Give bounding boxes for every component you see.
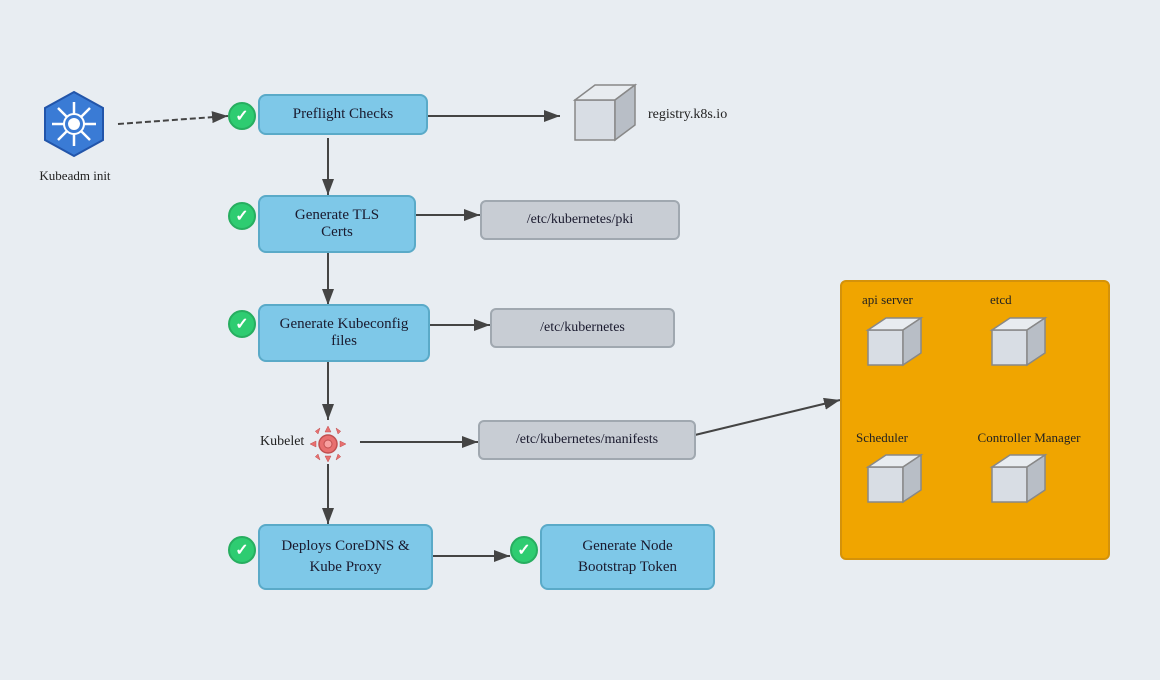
control-plane-panel: api server etcd Scheduler	[840, 280, 1110, 560]
generate-tls-box: Generate TLS Certs	[258, 195, 416, 253]
diagram: Kubeadm init ✓ Preflight Checks registry…	[0, 0, 1160, 680]
check-preflight: ✓	[228, 102, 256, 130]
coredns-box: Deploys CoreDNS & Kube Proxy	[258, 524, 433, 590]
check-tls: ✓	[228, 202, 256, 230]
pki-box: /etc/kubernetes/pki	[480, 200, 680, 240]
kubeadm-label: Kubeadm init	[25, 168, 125, 184]
kubelet-label: Kubelet	[260, 434, 304, 450]
bootstrap-label: Generate NodeBootstrap Token	[578, 538, 677, 575]
check-kubeconfig: ✓	[228, 310, 256, 338]
check-coredns: ✓	[228, 536, 256, 564]
bootstrap-box: Generate NodeBootstrap Token	[540, 524, 715, 590]
check-bootstrap: ✓	[510, 536, 538, 564]
scheduler-label: Scheduler	[856, 430, 908, 446]
registry-label: registry.k8s.io	[648, 107, 727, 123]
kubelet-icon	[304, 420, 352, 473]
manifests-box: /etc/kubernetes/manifests	[478, 420, 696, 460]
preflight-checks-box: Preflight Checks	[258, 94, 428, 135]
registry-cube	[560, 75, 640, 160]
api-server-label: api server	[862, 292, 913, 308]
api-server-cube	[858, 310, 928, 385]
coredns-label: Deploys CoreDNS & Kube Proxy	[281, 538, 409, 575]
etcd-label: etcd	[990, 292, 1012, 308]
kubernetes-box: /etc/kubernetes	[490, 308, 675, 348]
controller-manager-label: Controller Manager	[974, 430, 1084, 446]
scheduler-cube	[858, 447, 928, 522]
etcd-cube	[982, 310, 1052, 385]
kubernetes-logo	[38, 88, 110, 160]
controller-manager-cube	[982, 447, 1052, 522]
kubeconfig-box: Generate Kubeconfig files	[258, 304, 430, 362]
